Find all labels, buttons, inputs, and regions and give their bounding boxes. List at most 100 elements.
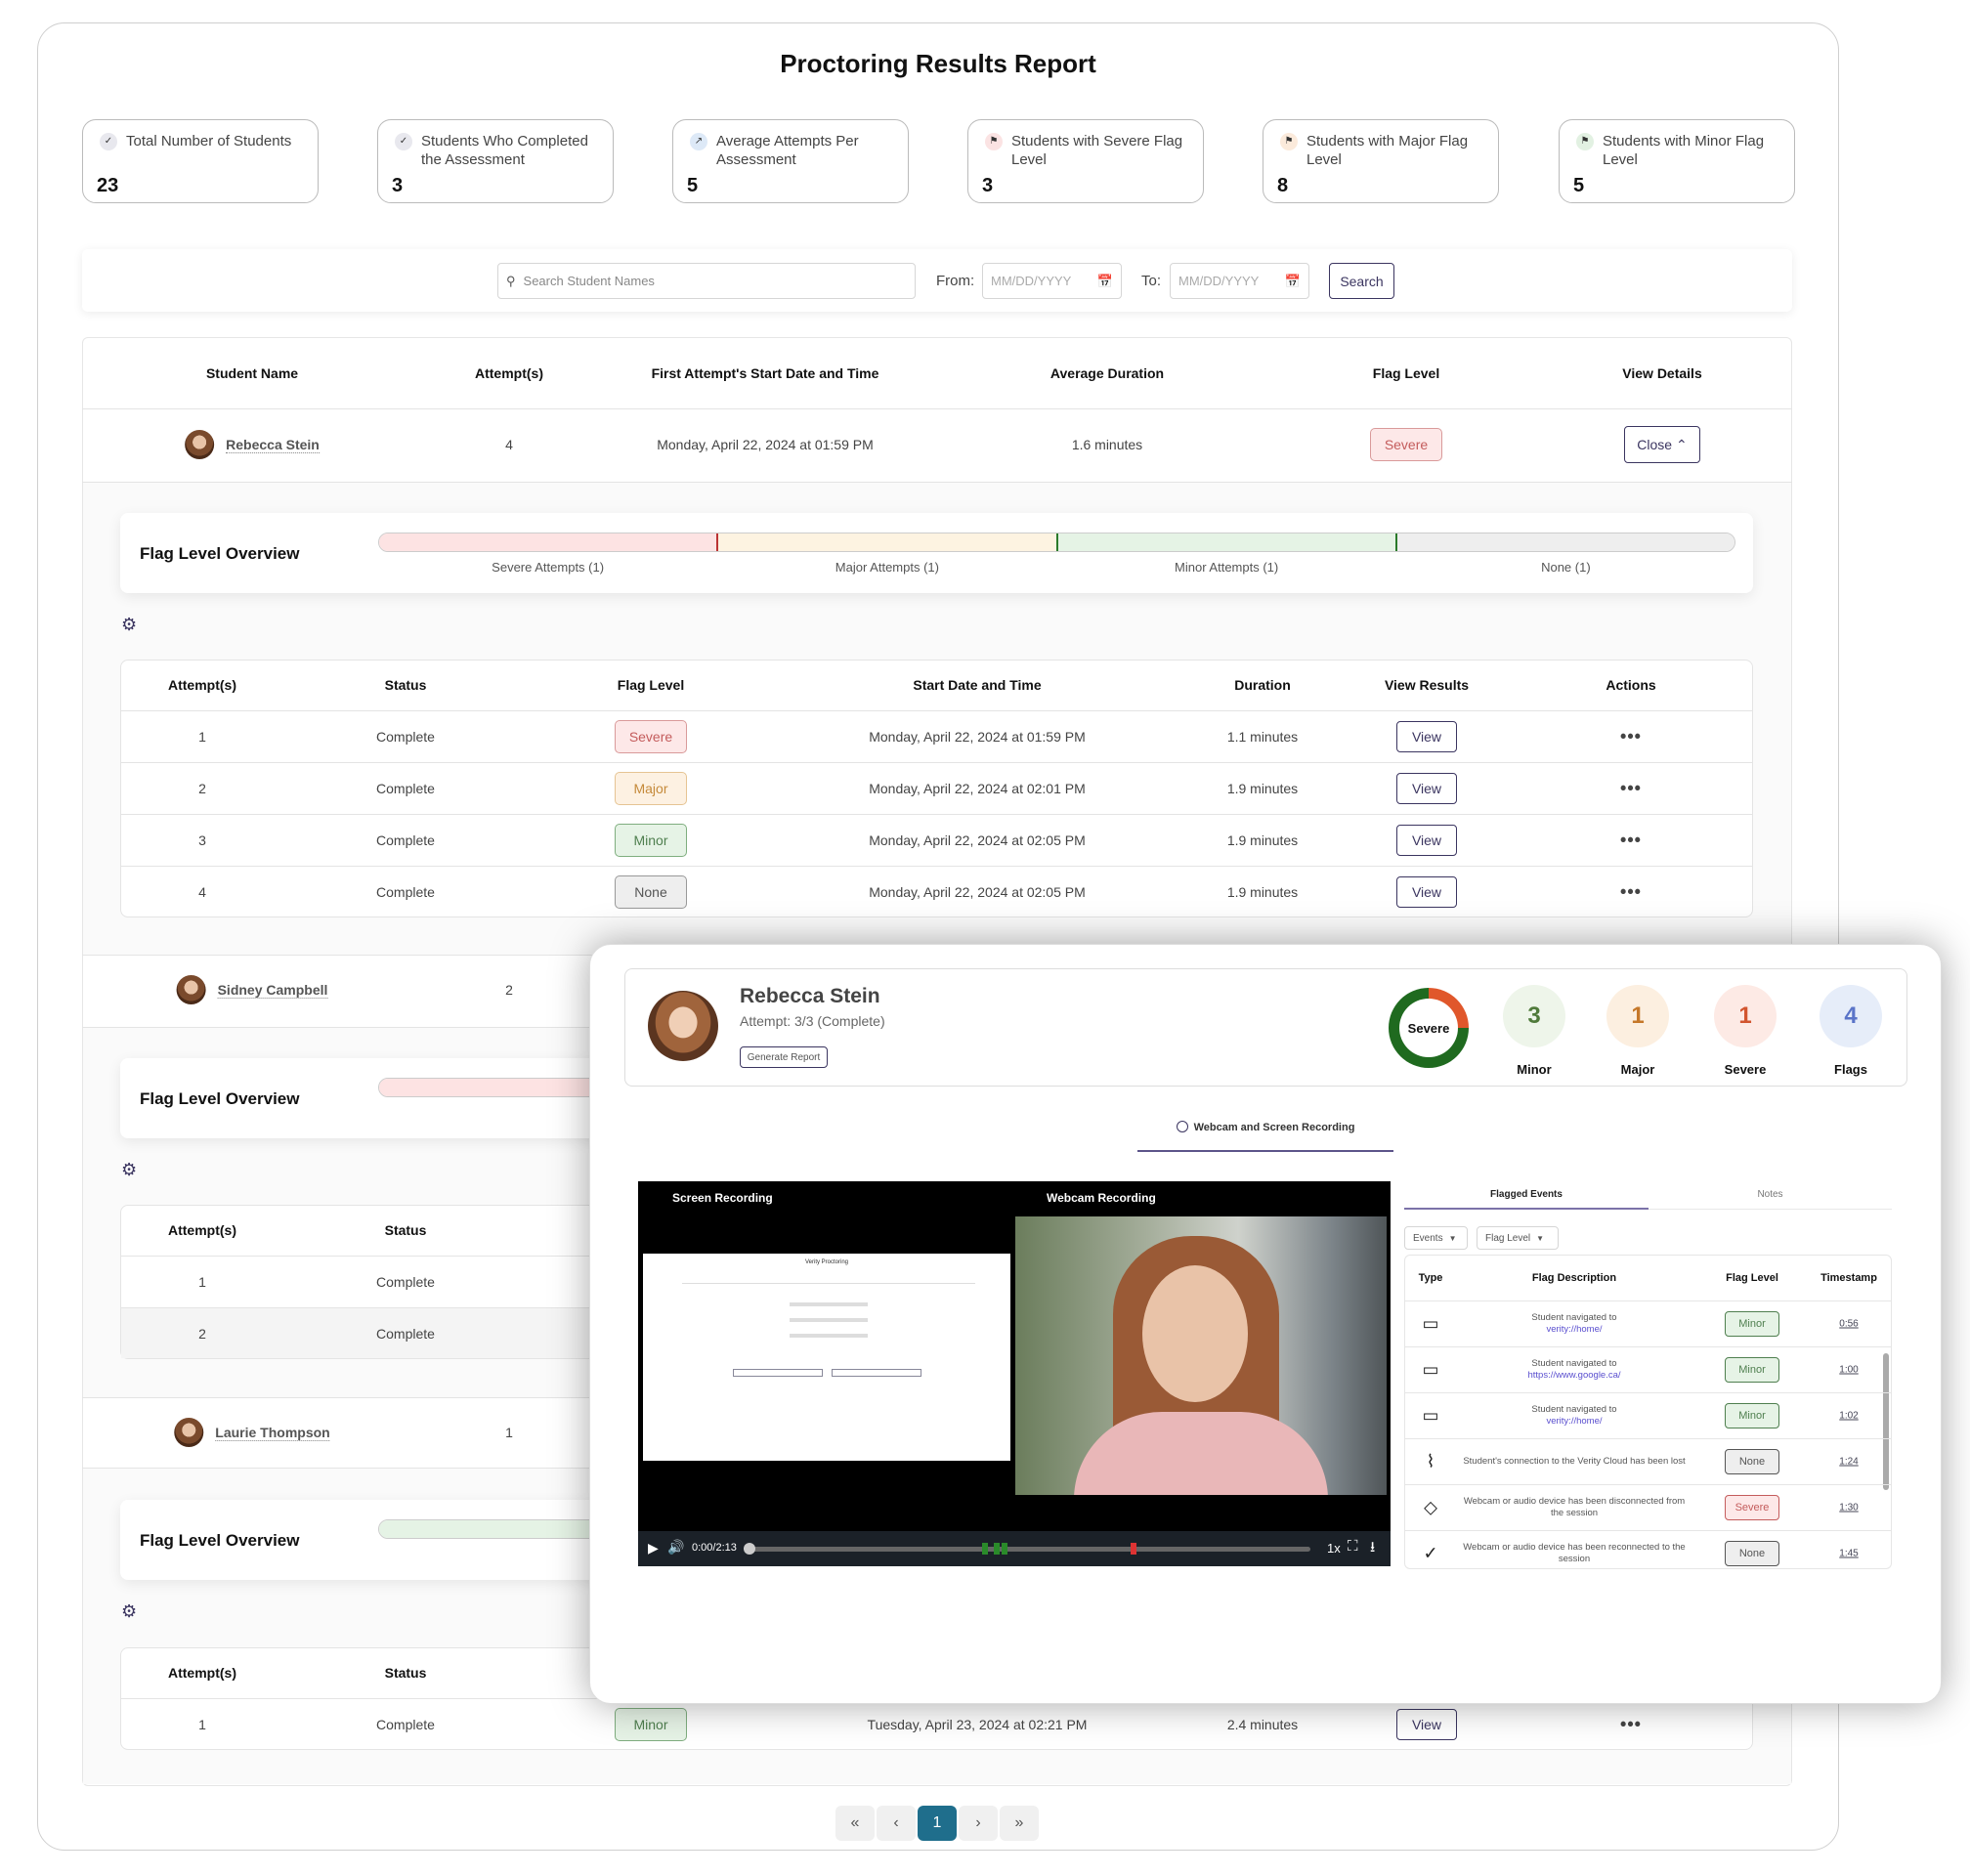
count-label: Major bbox=[1620, 1062, 1655, 1077]
wifi-off-icon: ⌇ bbox=[1426, 1451, 1435, 1471]
search-icon: ⚲ bbox=[506, 273, 516, 288]
column-header: Attempt(s) bbox=[168, 1222, 236, 1238]
volume-icon[interactable]: 🔊 bbox=[667, 1539, 684, 1556]
fullscreen-icon[interactable]: ⛶ bbox=[1348, 1538, 1358, 1555]
search-button[interactable]: Search bbox=[1329, 263, 1394, 299]
filter-sliders-icon[interactable]: ⚙ bbox=[121, 1160, 137, 1180]
duration: 1.9 minutes bbox=[1226, 780, 1299, 796]
first-page-button[interactable]: « bbox=[835, 1806, 875, 1841]
segment-label: Minor Attempts (1) bbox=[1175, 560, 1279, 575]
column-header: Attempt(s) bbox=[168, 677, 236, 693]
stat-label: Students with Major Flag Level bbox=[1306, 133, 1469, 168]
timestamp-link[interactable]: 1:30 bbox=[1839, 1503, 1858, 1514]
view-results-button[interactable]: View bbox=[1396, 1708, 1457, 1740]
divider bbox=[82, 482, 1792, 483]
flag-marker[interactable] bbox=[994, 1543, 1000, 1555]
timestamp-link[interactable]: 1:45 bbox=[1839, 1549, 1858, 1559]
flag-marker[interactable] bbox=[982, 1543, 988, 1555]
flag-level-badge: Severe bbox=[1370, 428, 1442, 461]
flag-level-badge: Minor bbox=[615, 1707, 687, 1741]
view-results-button[interactable]: View bbox=[1396, 875, 1457, 908]
event-link[interactable]: verity://home/ bbox=[1546, 1324, 1602, 1335]
download-icon[interactable]: ⭳ bbox=[1370, 1537, 1375, 1561]
attempt-status: Complete bbox=[376, 1325, 435, 1342]
stat-value: 3 bbox=[392, 175, 404, 196]
seek-bar[interactable] bbox=[744, 1543, 1310, 1555]
column-header: Actions bbox=[1606, 677, 1656, 693]
duration: 1.1 minutes bbox=[1226, 728, 1299, 745]
column-header: Status bbox=[384, 1665, 427, 1681]
column-header: Flag Level bbox=[1372, 365, 1440, 381]
filter-sliders-icon[interactable]: ⚙ bbox=[121, 1601, 137, 1622]
count-circle: 3 bbox=[1503, 985, 1565, 1047]
search-input[interactable]: ⚲ Search Student Names bbox=[497, 263, 916, 299]
flag-icon: ⚑ bbox=[1576, 133, 1594, 150]
flag-level-badge: None bbox=[615, 874, 687, 909]
calendar-icon[interactable]: 📅 bbox=[1285, 274, 1301, 289]
column-header: Duration bbox=[1234, 677, 1291, 693]
divider bbox=[120, 762, 1753, 763]
flag-level-badge: Minor bbox=[1725, 1403, 1779, 1428]
last-page-button[interactable]: » bbox=[1000, 1806, 1039, 1841]
timestamp-link[interactable]: 1:24 bbox=[1839, 1457, 1858, 1468]
attempt-number: 3 bbox=[198, 831, 206, 848]
speed-button[interactable]: 1x bbox=[1327, 1541, 1341, 1556]
view-results-button[interactable]: View bbox=[1396, 772, 1457, 804]
column-header: Flag Description bbox=[1531, 1272, 1617, 1284]
flag-level-dropdown[interactable]: Flag Level ▼ bbox=[1477, 1226, 1559, 1250]
event-description: Student navigated to verity://home/ bbox=[1462, 1404, 1687, 1428]
next-page-button[interactable]: › bbox=[959, 1806, 998, 1841]
view-results-button[interactable]: View bbox=[1396, 720, 1457, 752]
duration: 1.9 minutes bbox=[1226, 831, 1299, 848]
view-results-button[interactable]: View bbox=[1396, 824, 1457, 856]
student-name-link[interactable]: Rebecca Stein bbox=[226, 437, 320, 453]
event-row: ▭ Student navigated to verity://home/Minor… bbox=[1405, 1300, 1891, 1346]
generate-report-button[interactable]: Generate Report bbox=[740, 1046, 828, 1068]
student-name-link[interactable]: Sidney Campbell bbox=[217, 982, 328, 999]
start-date-time: Monday, April 22, 2024 at 02:05 PM bbox=[869, 883, 1086, 900]
more-actions-icon[interactable]: ••• bbox=[1620, 830, 1642, 850]
play-icon[interactable]: ▶ bbox=[648, 1540, 659, 1556]
flag-marker[interactable] bbox=[1131, 1543, 1136, 1555]
stat-value: 23 bbox=[97, 175, 119, 196]
pagination: « ‹ 1 › » bbox=[835, 1806, 1039, 1841]
from-date-input[interactable]: MM/DD/YYYY 📅 bbox=[982, 263, 1122, 299]
column-header: View Results bbox=[1384, 677, 1470, 693]
event-link[interactable]: https://www.google.ca/ bbox=[1527, 1370, 1620, 1381]
browser-window-icon: ▭ bbox=[1422, 1313, 1439, 1334]
average-duration: 1.6 minutes bbox=[1071, 437, 1143, 452]
overview-title: Flag Level Overview bbox=[140, 544, 300, 563]
chevron-up-icon: ⌃ bbox=[1676, 436, 1688, 452]
to-date-input[interactable]: MM/DD/YYYY 📅 bbox=[1170, 263, 1309, 299]
check-circle-icon: ✓ bbox=[395, 133, 412, 150]
seek-handle[interactable] bbox=[744, 1543, 755, 1555]
event-link[interactable]: verity://home/ bbox=[1546, 1416, 1602, 1427]
tab-webcam-recording[interactable]: Webcam and Screen Recording bbox=[1137, 1121, 1393, 1133]
flag-level-overview: Flag Level Overview Severe Attempts (1) Ma… bbox=[120, 513, 1753, 593]
page-title: Proctoring Results Report bbox=[780, 49, 1096, 78]
filter-sliders-icon[interactable]: ⚙ bbox=[121, 615, 137, 635]
page-1-button[interactable]: 1 bbox=[918, 1806, 957, 1841]
close-details-button[interactable]: Close ⌃ bbox=[1624, 426, 1700, 463]
count-circle: 1 bbox=[1606, 985, 1669, 1047]
tab-notes[interactable]: Notes bbox=[1649, 1189, 1892, 1200]
student-name: Rebecca Stein bbox=[740, 985, 880, 1007]
tab-flagged-events[interactable]: Flagged Events bbox=[1404, 1189, 1649, 1200]
event-text: Student navigated to bbox=[1531, 1404, 1617, 1415]
events-dropdown[interactable]: Events ▼ bbox=[1404, 1226, 1468, 1250]
timestamp-link[interactable]: 1:00 bbox=[1839, 1365, 1858, 1376]
attempt-number: 1 bbox=[198, 1716, 206, 1732]
screen-app-title: Verity Proctoring bbox=[804, 1259, 849, 1265]
student-name-link[interactable]: Laurie Thompson bbox=[215, 1425, 330, 1441]
more-actions-icon[interactable]: ••• bbox=[1620, 881, 1642, 902]
more-actions-icon[interactable]: ••• bbox=[1620, 1714, 1642, 1734]
timestamp-link[interactable]: 1:02 bbox=[1839, 1411, 1858, 1422]
video-player[interactable]: Screen Recording Webcam Recording Verity… bbox=[638, 1181, 1391, 1566]
more-actions-icon[interactable]: ••• bbox=[1620, 778, 1642, 798]
calendar-icon[interactable]: 📅 bbox=[1097, 274, 1113, 289]
attempt-status: Complete bbox=[376, 831, 435, 848]
timestamp-link[interactable]: 0:56 bbox=[1839, 1319, 1858, 1330]
flag-marker[interactable] bbox=[1002, 1543, 1007, 1555]
prev-page-button[interactable]: ‹ bbox=[877, 1806, 916, 1841]
more-actions-icon[interactable]: ••• bbox=[1620, 726, 1642, 746]
